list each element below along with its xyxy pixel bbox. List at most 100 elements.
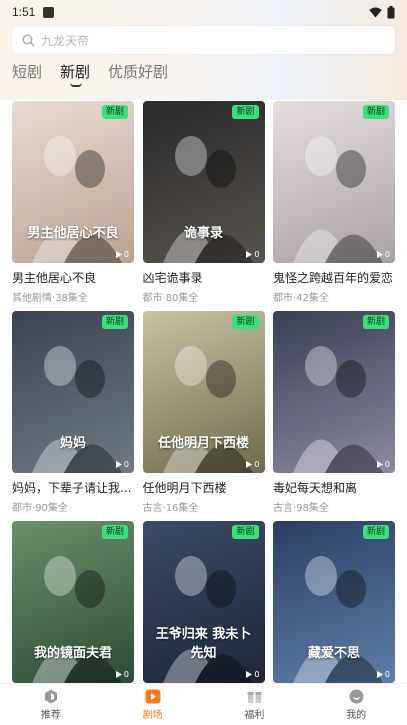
drama-meta: 都市·80集全 xyxy=(143,289,265,304)
play-count: 0 xyxy=(115,670,129,679)
drama-category: 都市 xyxy=(142,293,163,304)
drama-category: 古言 xyxy=(273,503,293,514)
drama-poster[interactable]: 新剧 0 xyxy=(273,311,395,473)
play-icon xyxy=(376,461,383,468)
battery-icon xyxy=(387,5,395,18)
tab-short-drama[interactable]: 短剧 xyxy=(12,61,42,82)
tab-label: 短剧 xyxy=(12,63,43,81)
drama-meta: 都市·42集全 xyxy=(273,289,395,304)
new-badge: 新剧 xyxy=(362,315,389,329)
drama-card[interactable]: 新剧 0 鬼怪之跨越百年的爱恋 都市·42集全 xyxy=(273,101,395,311)
drama-title[interactable]: 鬼怪之跨越百年的爱恋 xyxy=(273,269,395,286)
tab-label: 新剧 xyxy=(60,63,91,81)
play-count: 0 xyxy=(115,250,129,259)
drama-poster[interactable]: 王爷归来 我未卜先知 新剧 0 xyxy=(142,521,265,683)
wifi-icon xyxy=(369,7,382,17)
drama-poster[interactable]: 藏爱不思 新剧 0 xyxy=(273,521,395,683)
play-icon xyxy=(246,461,253,468)
nav-label: 福利 xyxy=(244,710,265,721)
drama-card[interactable]: 诡事录 新剧 0 凶宅诡事录 都市·80集全 xyxy=(142,101,265,311)
tab-new-drama[interactable]: 新剧 xyxy=(60,61,91,87)
drama-poster[interactable]: 我的镜面夫君 新剧 0 xyxy=(12,521,134,683)
bottom-navigation: 推荐 剧场 福利 我的 xyxy=(0,683,407,725)
play-count-value: 0 xyxy=(384,250,390,259)
play-icon xyxy=(115,251,122,258)
nav-label: 推荐 xyxy=(40,710,61,721)
new-badge: 新剧 xyxy=(362,105,389,119)
smile-icon xyxy=(348,688,364,704)
nav-item-3[interactable]: 我的 xyxy=(305,684,407,725)
drama-poster[interactable]: 任他明月下西楼 新剧 0 xyxy=(142,311,265,473)
drama-category: 都市 xyxy=(273,293,293,304)
play-icon xyxy=(376,671,383,678)
play-icon xyxy=(115,671,122,678)
gift-icon xyxy=(246,688,262,704)
status-icons xyxy=(369,5,395,19)
play-count: 0 xyxy=(246,460,260,469)
play-count: 0 xyxy=(376,250,390,259)
play-count-value: 0 xyxy=(384,670,390,679)
drama-card[interactable]: 新剧 0 毒妃每天想和离 古言·98集全 xyxy=(273,311,395,521)
search-placeholder: 九龙天帝 xyxy=(41,33,90,48)
drama-card[interactable]: 男主他居心不良 新剧 0 男主他居心不良 其他剧情·38集全 xyxy=(12,101,134,311)
play-count: 0 xyxy=(246,250,260,259)
nav-item-0[interactable]: 推荐 xyxy=(0,684,102,725)
play-count-value: 0 xyxy=(254,670,260,679)
drama-title[interactable]: 任他明月下西楼 xyxy=(143,479,265,496)
play-count: 0 xyxy=(246,670,260,679)
nav-item-1[interactable]: 剧场 xyxy=(102,684,204,725)
poster-figures xyxy=(293,136,383,263)
new-badge: 新剧 xyxy=(232,525,259,539)
play-count-value: 0 xyxy=(384,460,390,469)
drama-poster[interactable]: 妈妈 新剧 0 xyxy=(12,311,134,473)
hexagon-icon xyxy=(43,688,59,704)
drama-title[interactable]: 毒妃每天想和离 xyxy=(273,479,395,496)
drama-poster[interactable]: 男主他居心不良 新剧 0 xyxy=(12,101,134,263)
drama-title[interactable]: 男主他居心不良 xyxy=(12,269,134,286)
play-count: 0 xyxy=(376,670,390,679)
drama-poster[interactable]: 新剧 0 xyxy=(273,101,395,263)
poster-title-art: 藏爱不思 xyxy=(307,646,360,661)
nav-label: 我的 xyxy=(346,710,367,721)
play-icon xyxy=(246,251,253,258)
search-icon xyxy=(22,33,35,46)
play-icon xyxy=(115,461,122,468)
drama-episodes: 90集全 xyxy=(35,503,68,514)
category-tabs: 短剧 新剧 优质好剧 xyxy=(12,61,168,87)
play-count-value: 0 xyxy=(123,460,129,469)
poster-figures xyxy=(293,346,383,473)
drama-episodes: 80集全 xyxy=(165,293,199,304)
new-badge: 新剧 xyxy=(362,525,389,539)
drama-category: 都市 xyxy=(12,503,32,514)
drama-title[interactable]: 妈妈，下辈子请让我... xyxy=(12,479,134,496)
drama-card[interactable]: 任他明月下西楼 新剧 0 任他明月下西楼 古言·16集全 xyxy=(142,311,265,521)
drama-poster[interactable]: 诡事录 新剧 0 xyxy=(142,101,265,263)
drama-meta: 其他剧情·38集全 xyxy=(12,289,134,304)
status-bar: 1:51 xyxy=(0,0,407,24)
drama-meta: 古言·98集全 xyxy=(273,499,395,514)
search-bar[interactable]: 九龙天帝 xyxy=(12,26,395,54)
nav-label: 剧场 xyxy=(142,710,163,721)
play-count-value: 0 xyxy=(123,250,129,259)
play-icon xyxy=(376,251,383,258)
poster-title-art: 任他明月下西楼 xyxy=(157,436,249,451)
new-badge: 新剧 xyxy=(101,105,128,119)
new-badge: 新剧 xyxy=(101,315,128,329)
poster-title-art: 王爷归来 我未卜先知 xyxy=(155,627,252,661)
drama-category: 古言 xyxy=(142,503,163,514)
play-icon xyxy=(246,671,253,678)
drama-episodes: 98集全 xyxy=(296,503,329,514)
drama-card[interactable]: 妈妈 新剧 0 妈妈，下辈子请让我... 都市·90集全 xyxy=(12,311,134,521)
drama-title[interactable]: 凶宅诡事录 xyxy=(143,269,265,286)
play-box-icon xyxy=(145,688,161,704)
drama-episodes: 42集全 xyxy=(296,293,329,304)
tab-quality-drama[interactable]: 优质好剧 xyxy=(108,61,168,82)
play-count: 0 xyxy=(115,460,129,469)
new-badge: 新剧 xyxy=(101,525,128,539)
new-badge: 新剧 xyxy=(232,315,259,329)
nav-item-2[interactable]: 福利 xyxy=(204,684,306,725)
play-count-value: 0 xyxy=(254,250,260,259)
poster-title-art: 我的镜面夫君 xyxy=(33,646,112,661)
tab-label: 优质好剧 xyxy=(108,63,169,81)
notification-icon xyxy=(43,6,55,18)
